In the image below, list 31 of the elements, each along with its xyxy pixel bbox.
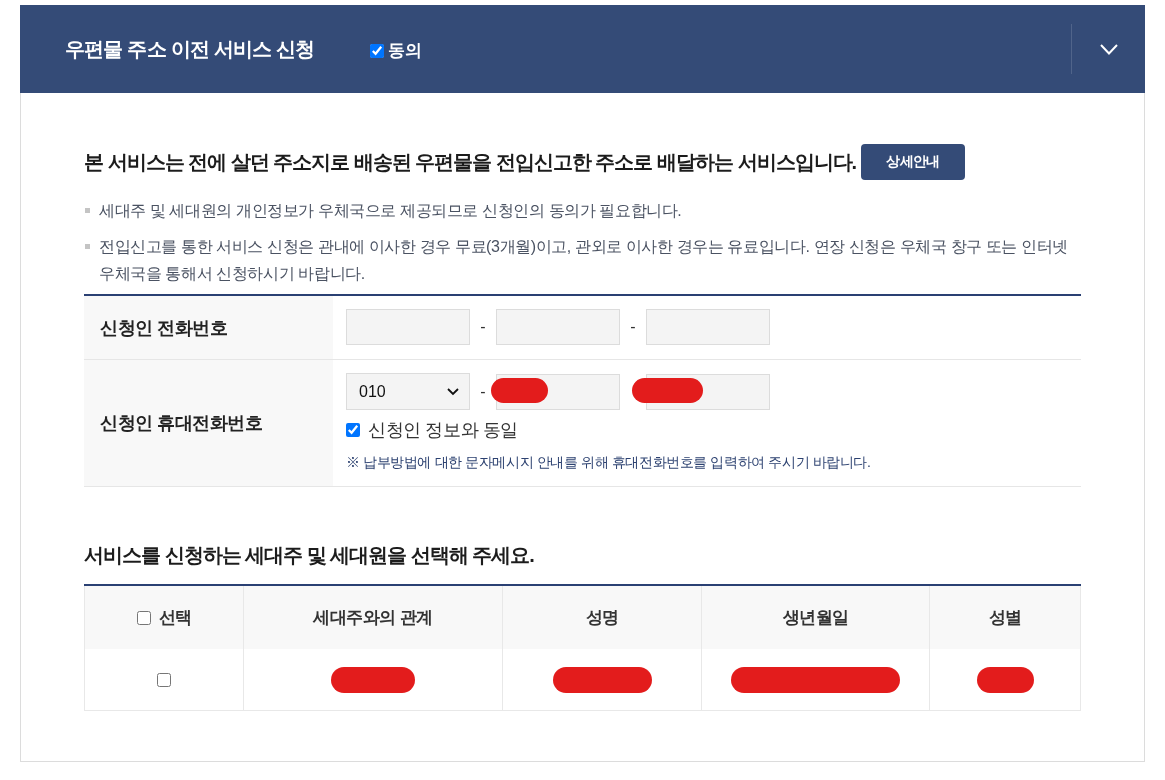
agree-checkbox[interactable] — [370, 43, 385, 58]
dash-separator: - — [479, 382, 487, 401]
column-header: 세대주와의 관계 — [244, 586, 503, 649]
checkbox-label: 신청인 정보와 동일 — [368, 419, 518, 442]
input-field[interactable] — [346, 309, 470, 345]
field-label: 신청인 전화번호 — [84, 296, 333, 359]
input-field[interactable] — [496, 309, 620, 345]
note-text: 전입신고를 통한 서비스 신청은 관내에 이사한 경우 무료(3개월)이고, 관외로 이사한 경우는 유료입니다. 연장 신청은 우체국 창구 또는 인터넷 우체국을 통해서 신청하시기 바랍니다. — [99, 237, 1069, 284]
select-all-checkbox[interactable] — [136, 610, 151, 625]
detail-button[interactable]: 상세안내 — [861, 144, 965, 180]
section-heading: 서비스를 신청하는 세대주 및 세대원을 선택해 주세요. — [84, 543, 535, 568]
help-note: ※ 납부방법에 대한 문자메시지 안내를 위해 휴대전화번호를 입력하여 주시기 바랍니다. — [346, 453, 872, 472]
column-header: 생년월일 — [702, 586, 930, 649]
column-header: 성별 — [930, 586, 1081, 649]
same-info-checkbox[interactable] — [346, 423, 360, 437]
bullet-icon — [85, 208, 90, 213]
column-header: 성명 — [503, 586, 702, 649]
chevron-down-icon — [1099, 43, 1118, 55]
bullet-icon — [85, 244, 90, 249]
chevron-down-icon — [447, 387, 459, 396]
field-label: 신청인 휴대전화번호 — [84, 360, 333, 486]
service-headline: 본 서비스는 전에 살던 주소지로 배송된 우편물을 전입신고한 주소로 배달하는 서비스입니다. — [84, 149, 857, 175]
column-label: 선택 — [158, 607, 192, 629]
panel-title: 우편물 주소 이전 서비스 신청 — [65, 36, 315, 62]
note-text: 세대주 및 세대원의 개인정보가 우체국으로 제공되므로 신청인의 동의가 필요합니다. — [99, 201, 682, 221]
dash-separator: - — [629, 318, 637, 336]
input-field[interactable] — [646, 309, 770, 345]
area-code-select[interactable]: 010 — [346, 373, 470, 410]
row-checkbox[interactable] — [157, 672, 171, 687]
dash-separator: - — [479, 318, 487, 336]
agree-label: 동의 — [388, 40, 422, 62]
